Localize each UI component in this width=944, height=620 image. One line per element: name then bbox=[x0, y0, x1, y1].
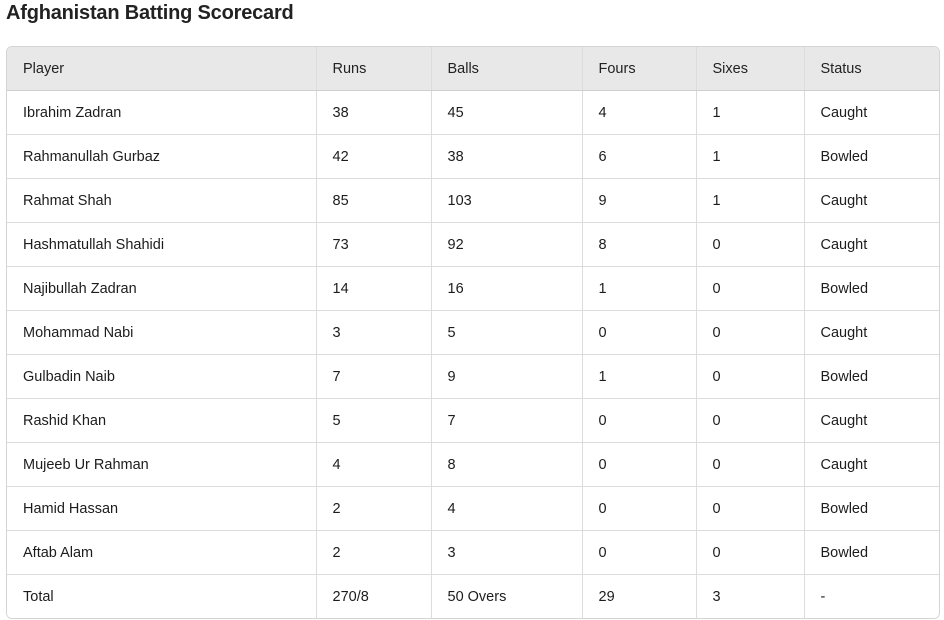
status-cell: Bowled bbox=[804, 530, 939, 575]
fours-cell: 6 bbox=[582, 134, 697, 179]
fours-cell: 0 bbox=[582, 310, 697, 355]
fours-cell: 9 bbox=[582, 178, 697, 223]
balls-cell: 9 bbox=[431, 354, 583, 399]
fours-cell: 8 bbox=[582, 222, 697, 267]
runs-cell: 73 bbox=[316, 222, 432, 267]
player-cell: Rashid Khan bbox=[7, 398, 317, 443]
sixes-cell: 0 bbox=[696, 310, 805, 355]
sixes-cell: 0 bbox=[696, 354, 805, 399]
runs-cell: 4 bbox=[316, 442, 432, 487]
status-cell: Bowled bbox=[804, 486, 939, 531]
balls-cell: 16 bbox=[431, 266, 583, 311]
sixes-cell: 0 bbox=[696, 442, 805, 487]
player-cell: Rahmanullah Gurbaz bbox=[7, 134, 317, 179]
status-cell: Bowled bbox=[804, 354, 939, 399]
table-body: Ibrahim Zadran 38 45 4 1 Caught Rahmanullah Gu… bbox=[7, 90, 939, 618]
table-row: Ibrahim Zadran 38 45 4 1 Caught bbox=[7, 90, 939, 135]
balls-cell: 103 bbox=[431, 178, 583, 223]
table-row: Hamid Hassan 2 4 0 0 Bowled bbox=[7, 486, 939, 531]
fours-cell: 1 bbox=[582, 354, 697, 399]
player-cell: Gulbadin Naib bbox=[7, 354, 317, 399]
status-cell: Bowled bbox=[804, 134, 939, 179]
balls-cell: 4 bbox=[431, 486, 583, 531]
runs-cell: 3 bbox=[316, 310, 432, 355]
status-cell: Caught bbox=[804, 442, 939, 487]
fours-cell: 0 bbox=[582, 398, 697, 443]
header-fours: Fours bbox=[582, 47, 697, 91]
status-cell: Caught bbox=[804, 398, 939, 443]
status-cell: Caught bbox=[804, 310, 939, 355]
runs-cell: 14 bbox=[316, 266, 432, 311]
sixes-cell: 0 bbox=[696, 222, 805, 267]
sixes-cell: 3 bbox=[696, 574, 805, 618]
fours-cell: 29 bbox=[582, 574, 697, 618]
sixes-cell: 0 bbox=[696, 398, 805, 443]
status-cell: Caught bbox=[804, 178, 939, 223]
balls-cell: 92 bbox=[431, 222, 583, 267]
player-cell: Ibrahim Zadran bbox=[7, 90, 317, 135]
status-cell: Caught bbox=[804, 222, 939, 267]
header-runs: Runs bbox=[316, 47, 432, 91]
table-row: Rashid Khan 5 7 0 0 Caught bbox=[7, 398, 939, 443]
fours-cell: 4 bbox=[582, 90, 697, 135]
table-row: Najibullah Zadran 14 16 1 0 Bowled bbox=[7, 266, 939, 311]
table-row: Rahmanullah Gurbaz 42 38 6 1 Bowled bbox=[7, 134, 939, 179]
fours-cell: 0 bbox=[582, 486, 697, 531]
runs-cell: 85 bbox=[316, 178, 432, 223]
fours-cell: 0 bbox=[582, 530, 697, 575]
sixes-cell: 1 bbox=[696, 134, 805, 179]
player-cell: Aftab Alam bbox=[7, 530, 317, 575]
player-cell: Rahmat Shah bbox=[7, 178, 317, 223]
balls-cell: 38 bbox=[431, 134, 583, 179]
table-row: Rahmat Shah 85 103 9 1 Caught bbox=[7, 178, 939, 223]
player-cell: Total bbox=[7, 574, 317, 618]
player-cell: Hamid Hassan bbox=[7, 486, 317, 531]
balls-cell: 7 bbox=[431, 398, 583, 443]
table-header-row: Player Runs Balls Fours Sixes Status bbox=[7, 47, 939, 91]
header-balls: Balls bbox=[431, 47, 583, 91]
player-cell: Mujeeb Ur Rahman bbox=[7, 442, 317, 487]
batting-scorecard-table: Player Runs Balls Fours Sixes Status Ibr… bbox=[7, 47, 939, 618]
sixes-cell: 1 bbox=[696, 90, 805, 135]
runs-cell: 5 bbox=[316, 398, 432, 443]
header-sixes: Sixes bbox=[696, 47, 805, 91]
table-row: Mujeeb Ur Rahman 4 8 0 0 Caught bbox=[7, 442, 939, 487]
balls-cell: 5 bbox=[431, 310, 583, 355]
balls-cell: 45 bbox=[431, 90, 583, 135]
sixes-cell: 1 bbox=[696, 178, 805, 223]
table-row: Aftab Alam 2 3 0 0 Bowled bbox=[7, 530, 939, 575]
fours-cell: 0 bbox=[582, 442, 697, 487]
balls-cell: 8 bbox=[431, 442, 583, 487]
status-cell: Caught bbox=[804, 90, 939, 135]
table-row: Mohammad Nabi 3 5 0 0 Caught bbox=[7, 310, 939, 355]
sixes-cell: 0 bbox=[696, 486, 805, 531]
scorecard-table-container: Player Runs Balls Fours Sixes Status Ibr… bbox=[6, 46, 940, 619]
sixes-cell: 0 bbox=[696, 266, 805, 311]
runs-cell: 270/8 bbox=[316, 574, 432, 618]
runs-cell: 2 bbox=[316, 486, 432, 531]
status-cell: - bbox=[804, 574, 939, 618]
table-row: Gulbadin Naib 7 9 1 0 Bowled bbox=[7, 354, 939, 399]
header-status: Status bbox=[804, 47, 939, 91]
balls-cell: 50 Overs bbox=[431, 574, 583, 618]
balls-cell: 3 bbox=[431, 530, 583, 575]
runs-cell: 2 bbox=[316, 530, 432, 575]
table-row: Hashmatullah Shahidi 73 92 8 0 Caught bbox=[7, 222, 939, 267]
total-row: Total 270/8 50 Overs 29 3- bbox=[7, 574, 939, 618]
player-cell: Hashmatullah Shahidi bbox=[7, 222, 317, 267]
fours-cell: 1 bbox=[582, 266, 697, 311]
header-player: Player bbox=[7, 47, 317, 91]
runs-cell: 38 bbox=[316, 90, 432, 135]
status-cell: Bowled bbox=[804, 266, 939, 311]
runs-cell: 7 bbox=[316, 354, 432, 399]
runs-cell: 42 bbox=[316, 134, 432, 179]
player-cell: Mohammad Nabi bbox=[7, 310, 317, 355]
player-cell: Najibullah Zadran bbox=[7, 266, 317, 311]
sixes-cell: 0 bbox=[696, 530, 805, 575]
page-title: Afghanistan Batting Scorecard bbox=[6, 2, 294, 24]
